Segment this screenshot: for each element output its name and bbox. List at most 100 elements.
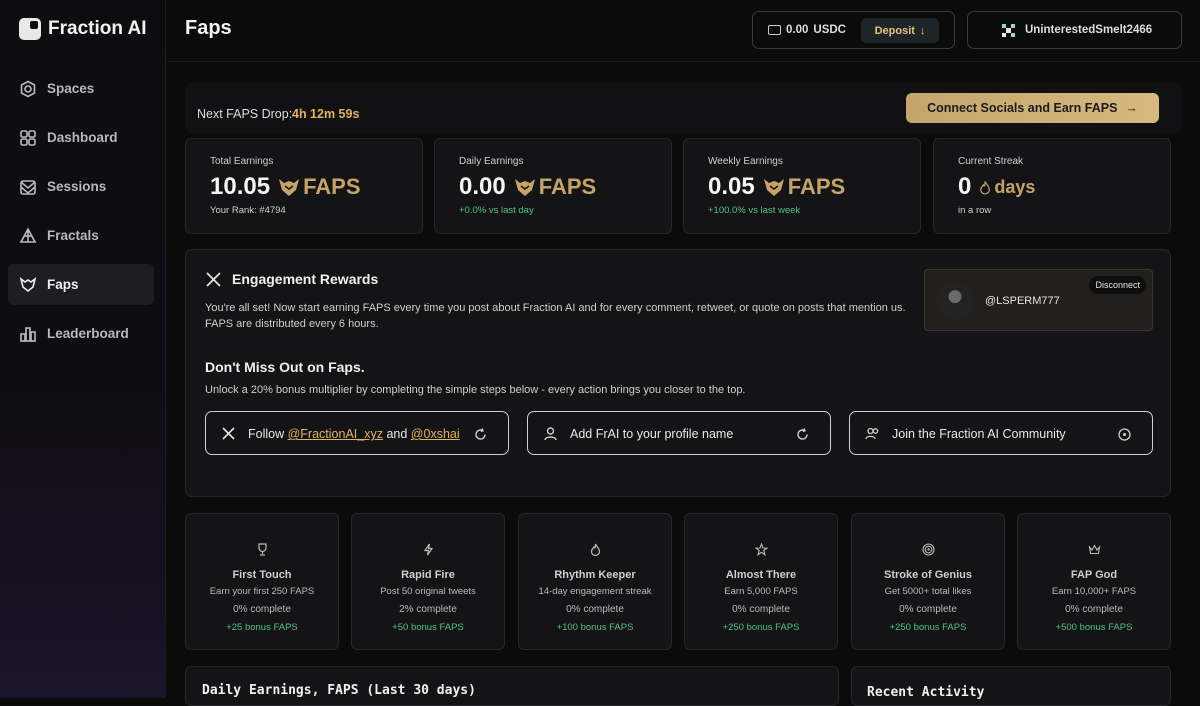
stat-unit: days: [994, 176, 1036, 197]
profile-handle: @LSPERM777: [985, 295, 1060, 307]
disconnect-button[interactable]: Disconnect: [1089, 276, 1146, 294]
achievement-bonus: +250 bonus FAPS: [889, 622, 967, 633]
chart-title: Daily Earnings, FAPS (Last 30 days): [202, 683, 476, 698]
page-title: Faps: [185, 17, 232, 39]
stat-value-row: 0.05 FAPS: [708, 173, 845, 201]
deposit-label: Deposit: [874, 24, 915, 37]
x-logo-icon: [206, 272, 221, 287]
target-icon: [922, 543, 935, 556]
connect-socials-button[interactable]: Connect Socials and Earn FAPS →: [906, 93, 1159, 123]
sidebar-item-label: Faps: [47, 277, 79, 292]
profile-name-task-button[interactable]: Add FrAI to your profile name: [527, 411, 831, 455]
stat-label: Current Streak: [958, 156, 1024, 167]
achievement-name: Rapid Fire: [401, 569, 455, 581]
follow-link-0xshai[interactable]: @0xshai: [411, 427, 460, 441]
user-icon: [544, 427, 557, 441]
recent-activity-panel: Recent Activity: [851, 666, 1171, 706]
achievement-desc: Post 50 original tweets: [380, 586, 476, 597]
app-name: Fraction AI: [48, 18, 147, 39]
sessions-icon: [19, 178, 37, 196]
achievement-desc: 14-day engagement streak: [538, 586, 652, 597]
follow-link-fractionai[interactable]: @FractionAI_xyz: [288, 427, 383, 441]
refresh-icon[interactable]: [796, 428, 809, 441]
sidebar-item-dashboard[interactable]: Dashboard: [8, 117, 154, 158]
app-logo[interactable]: Fraction AI: [19, 18, 147, 40]
sidebar-item-fractals[interactable]: Fractals: [8, 215, 154, 256]
wallet-balance: 0.00 USDC Deposit ↓: [752, 11, 955, 49]
trophy-icon: [258, 543, 267, 556]
sidebar-item-faps[interactable]: Faps: [8, 264, 154, 305]
main-content: Next FAPS Drop: 4h 12m 59s Connect Socia…: [167, 63, 1200, 706]
users-icon: [865, 427, 879, 440]
sidebar-item-label: Fractals: [47, 228, 99, 243]
daily-change: +0.0% vs last day: [459, 205, 534, 216]
join-community-task-button[interactable]: Join the Fraction AI Community: [849, 411, 1153, 455]
lightning-icon: [423, 543, 434, 556]
stat-unit: FAPS: [538, 174, 597, 199]
wallet-currency: USDC: [813, 24, 846, 36]
sidebar-item-spaces[interactable]: Spaces: [8, 68, 154, 109]
daily-earnings-chart-panel: Daily Earnings, FAPS (Last 30 days): [185, 666, 839, 706]
achievement-bonus: +500 bonus FAPS: [1055, 622, 1133, 633]
user-profile-button[interactable]: UninterestedSmelt2466: [967, 11, 1182, 49]
achievement-name: Almost There: [725, 569, 797, 581]
fractals-icon: [19, 226, 37, 245]
stat-value: 10.05: [210, 173, 271, 200]
crown-icon: [1088, 544, 1101, 555]
achievement-bonus: +250 bonus FAPS: [722, 622, 800, 633]
current-streak-card: Current Streak 0 days in a row: [933, 138, 1171, 234]
achievement-name: First Touch: [232, 569, 292, 581]
drop-countdown: 4h 12m 59s: [292, 107, 360, 121]
stat-value-row: 0 days: [958, 173, 1035, 201]
flame-icon: [980, 180, 991, 195]
achievement-card-almost-there: Almost There Earn 5,000 FAPS 0% complete…: [684, 513, 838, 650]
stat-label: Total Earnings: [210, 156, 274, 167]
bonus-description: Unlock a 20% bonus multiplier by complet…: [205, 384, 746, 396]
stat-label: Weekly Earnings: [708, 156, 783, 167]
faps-unit: FAPS: [514, 174, 596, 200]
help-icon[interactable]: [1118, 428, 1131, 441]
achievement-name: Rhythm Keeper: [554, 569, 636, 581]
faps-logo-icon: [763, 179, 784, 196]
streak-unit: days: [979, 177, 1035, 198]
deposit-button[interactable]: Deposit ↓: [861, 18, 939, 43]
faps-unit: FAPS: [763, 174, 845, 200]
achievement-card-first-touch: First Touch Earn your first 250 FAPS 0% …: [185, 513, 339, 650]
top-header: Faps 0.00 USDC Deposit ↓ UninterestedSme…: [167, 0, 1200, 62]
wallet-icon: [768, 25, 781, 35]
follow-task-button[interactable]: Follow @FractionAI_xyz and @0xshai: [205, 411, 509, 455]
achievement-desc: Earn your first 250 FAPS: [209, 586, 315, 597]
faps-unit: FAPS: [278, 174, 361, 200]
refresh-icon[interactable]: [474, 428, 487, 441]
sidebar-item-label: Dashboard: [47, 130, 118, 145]
faps-icon: [19, 276, 37, 294]
leaderboard-icon: [19, 325, 37, 343]
sidebar-item-sessions[interactable]: Sessions: [8, 166, 154, 207]
achievement-name: FAP God: [1070, 569, 1118, 581]
achievements-row: First Touch Earn your first 250 FAPS 0% …: [185, 513, 1182, 650]
stat-value-row: 0.00 FAPS: [459, 173, 596, 201]
achievement-bonus: +50 bonus FAPS: [392, 622, 464, 633]
engagement-rewards-panel: Engagement Rewards You're all set! Now s…: [185, 249, 1171, 497]
total-earnings-card: Total Earnings 10.05 FAPS Your Rank: #47…: [185, 138, 423, 234]
follow-prefix: Follow: [248, 427, 285, 441]
connect-label: Connect Socials and Earn FAPS: [927, 101, 1118, 115]
star-icon: [755, 543, 768, 556]
achievement-progress: 0% complete: [732, 604, 790, 615]
follow-task-text: Follow @FractionAI_xyz and @0xshai: [248, 427, 460, 441]
achievement-card-fap-god: FAP God Earn 10,000+ FAPS 0% complete +5…: [1017, 513, 1171, 650]
weekly-earnings-card: Weekly Earnings 0.05 FAPS +100.0% vs las…: [683, 138, 921, 234]
drop-label: Next FAPS Drop:: [197, 107, 293, 121]
engagement-title: Engagement Rewards: [232, 271, 379, 287]
profile-task-text: Add FrAI to your profile name: [570, 427, 734, 441]
rank-text: Your Rank: #4794: [210, 205, 286, 216]
spaces-icon: [19, 80, 37, 98]
stat-value: 0: [958, 173, 972, 200]
sidebar-item-leaderboard[interactable]: Leaderboard: [8, 313, 154, 354]
follow-and: and: [386, 427, 408, 441]
stat-value-row: 10.05 FAPS: [210, 173, 361, 201]
faps-drop-bar: Next FAPS Drop: 4h 12m 59s Connect Socia…: [185, 82, 1182, 134]
arrow-right-icon: →: [1125, 101, 1138, 115]
stat-unit: FAPS: [787, 174, 846, 199]
sidebar: Fraction AI Spaces Dashboard Sessions Fr…: [0, 0, 166, 698]
